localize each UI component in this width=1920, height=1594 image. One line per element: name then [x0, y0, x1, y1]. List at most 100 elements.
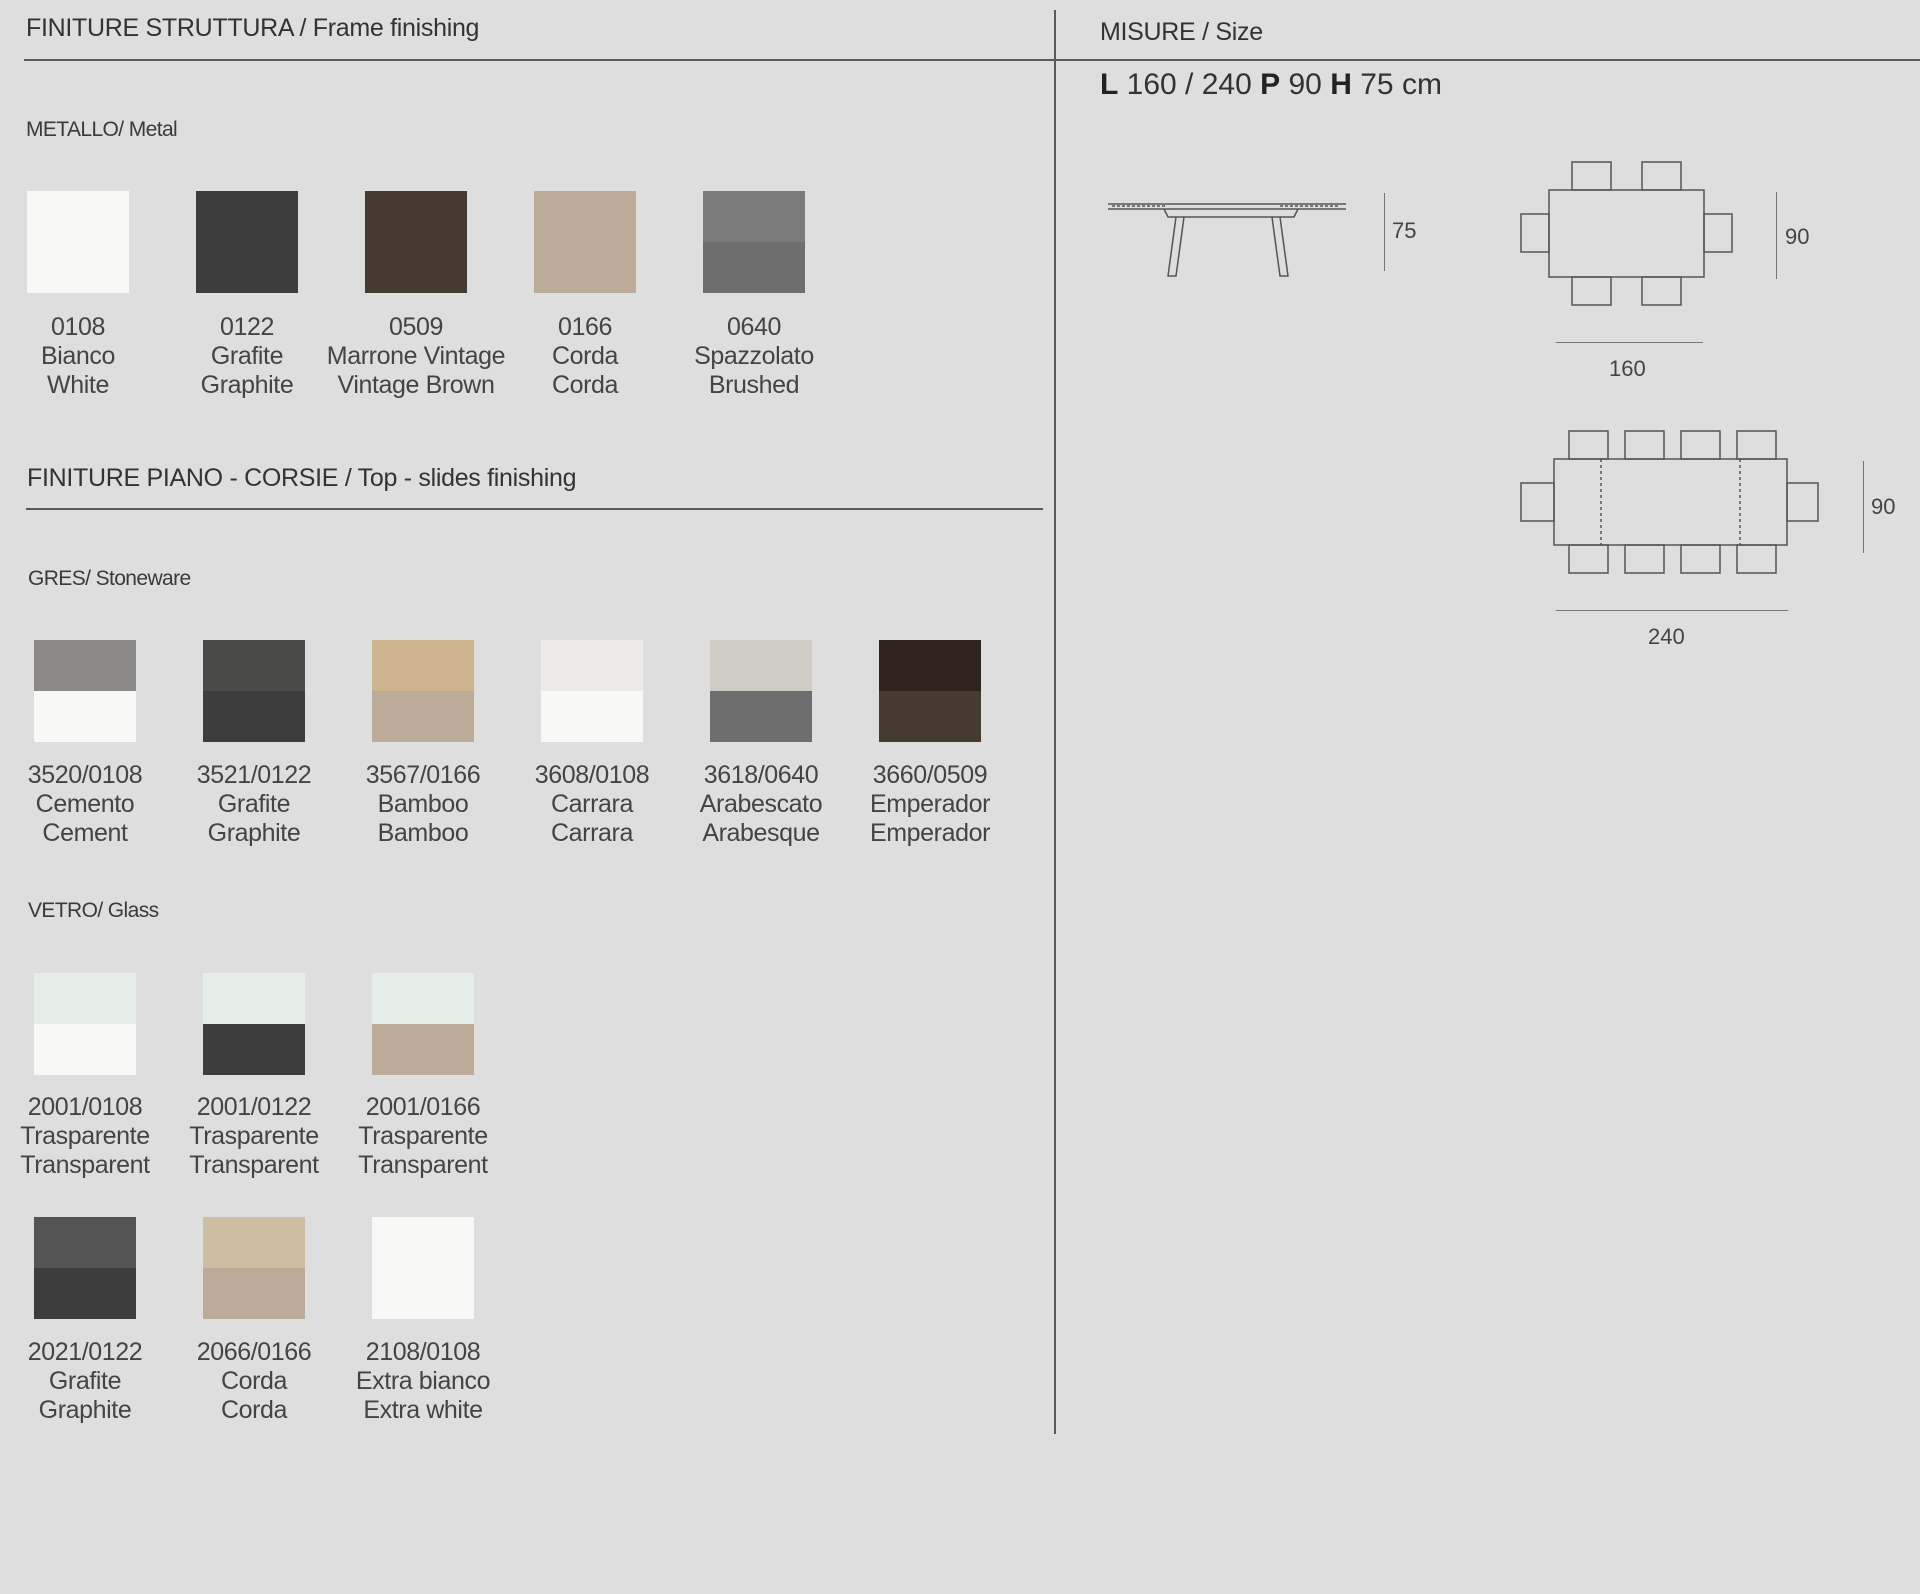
swatch-caption: 3608/0108 Carrara Carrara	[502, 761, 682, 848]
swatch-3608-0108	[541, 640, 643, 742]
finish-name-italian: Grafite	[210, 342, 284, 370]
plan1-depth-value: 90	[1785, 224, 1810, 249]
finish-name-english: Arabesque	[702, 819, 820, 847]
swatch-top-half	[703, 191, 805, 242]
finish-name-italian: Marrone Vintage	[326, 342, 506, 370]
swatch-caption: 2001/0108 Trasparente Transparent	[0, 1093, 175, 1180]
finish-name-italian: Trasparente	[189, 1122, 319, 1150]
swatch-caption: 0640 Spazzolato Brushed	[664, 313, 844, 400]
finish-name-italian: Carrara	[551, 790, 633, 818]
plan2-depth-value: 90	[1871, 494, 1896, 519]
size-measurements: L 160 / 240 P 90 H 75 cm	[1100, 68, 1442, 102]
swatch-caption: 0122 Grafite Graphite	[157, 313, 337, 400]
swatch-top-half	[203, 640, 305, 691]
swatch-0108	[27, 191, 129, 293]
swatch-caption: 0108 Bianco White	[0, 313, 168, 400]
plan2-length-line	[1556, 610, 1788, 611]
swatch-caption: 2108/0108 Extra bianco Extra white	[333, 1338, 513, 1425]
finish-name-english: Corda	[220, 1396, 288, 1424]
swatch-caption: 3567/0166 Bamboo Bamboo	[333, 761, 513, 848]
finish-name-italian: Trasparente	[358, 1122, 488, 1150]
swatch-top-half	[203, 1217, 305, 1268]
swatch-top-half	[34, 973, 136, 1024]
swatch-3567-0166	[372, 640, 474, 742]
finish-name-english: Graphite	[207, 819, 301, 847]
swatch-caption: 2001/0122 Trasparente Transparent	[164, 1093, 344, 1180]
side-height-value: 75	[1392, 218, 1417, 243]
swatch-bottom-half	[203, 1268, 305, 1319]
swatch-bottom-half	[196, 242, 298, 293]
depth-label: P	[1260, 68, 1281, 101]
finish-code: 2001/0166	[365, 1093, 481, 1121]
metal-label: METALLO/ Metal	[26, 118, 178, 141]
swatch-2001-0122	[203, 973, 305, 1075]
finish-name-italian: Spazzolato	[694, 342, 814, 370]
swatch-3618-0640	[710, 640, 812, 742]
swatch-0640	[703, 191, 805, 293]
finish-name-italian: Emperador	[869, 790, 991, 818]
swatch-2001-0166	[372, 973, 474, 1075]
finish-name-italian: Extra bianco	[355, 1367, 491, 1395]
finish-name-english: Vintage Brown	[337, 371, 495, 399]
swatch-3521-0122	[203, 640, 305, 742]
finish-code: 2108/0108	[365, 1338, 481, 1366]
swatch-bottom-half	[372, 691, 474, 742]
swatch-caption: 3520/0108 Cemento Cement	[0, 761, 175, 848]
swatch-top-half	[710, 640, 812, 691]
column-divider	[1054, 10, 1056, 1434]
swatch-top-half	[372, 640, 474, 691]
finish-code: 3521/0122	[196, 761, 312, 789]
finish-code: 3660/0509	[872, 761, 988, 789]
finish-name-english: Brushed	[708, 371, 800, 399]
swatch-caption: 2001/0166 Trasparente Transparent	[333, 1093, 513, 1180]
finish-name-italian: Trasparente	[20, 1122, 150, 1150]
swatch-top-half	[196, 191, 298, 242]
swatch-bottom-half	[27, 242, 129, 293]
glass-label: VETRO/ Glass	[28, 899, 159, 922]
finish-code: 0108	[50, 313, 105, 341]
finish-name-english: Corda	[551, 371, 619, 399]
finish-code: 3618/0640	[703, 761, 819, 789]
swatch-caption: 3521/0122 Grafite Graphite	[164, 761, 344, 848]
swatch-0166	[534, 191, 636, 293]
finish-code: 2001/0108	[27, 1093, 143, 1121]
finish-name-italian: Grafite	[217, 790, 291, 818]
top-finishing-header: FINITURE PIANO - CORSIE / Top - slides f…	[27, 464, 577, 492]
finish-name-english: Graphite	[38, 1396, 132, 1424]
finish-name-english: Transparent	[358, 1151, 488, 1179]
table-plan-160-drawing	[1520, 161, 1733, 306]
finish-name-english: Emperador	[869, 819, 991, 847]
finish-name-english: Bamboo	[377, 819, 469, 847]
finish-name-english: Transparent	[20, 1151, 150, 1179]
finish-name-english: Transparent	[189, 1151, 319, 1179]
height-value: 75 cm	[1360, 68, 1442, 101]
frame-finishing-header: FINITURE STRUTTURA / Frame finishing	[26, 14, 480, 42]
swatch-top-half	[372, 973, 474, 1024]
swatch-bottom-half	[703, 242, 805, 293]
swatch-0122	[196, 191, 298, 293]
swatch-3660-0509	[879, 640, 981, 742]
swatch-bottom-half	[365, 242, 467, 293]
swatch-bottom-half	[203, 691, 305, 742]
swatch-caption: 0166 Corda Corda	[495, 313, 675, 400]
swatch-bottom-half	[541, 691, 643, 742]
swatch-bottom-half	[710, 691, 812, 742]
swatch-3520-0108	[34, 640, 136, 742]
swatch-2066-0166	[203, 1217, 305, 1319]
depth-value: 90	[1288, 68, 1322, 101]
swatch-bottom-half	[34, 1268, 136, 1319]
finish-name-italian: Arabescato	[699, 790, 823, 818]
swatch-bottom-half	[34, 691, 136, 742]
swatch-bottom-half	[372, 1268, 474, 1319]
swatch-caption: 0509 Marrone Vintage Vintage Brown	[326, 313, 506, 400]
swatch-bottom-half	[879, 691, 981, 742]
finish-code: 2001/0122	[196, 1093, 312, 1121]
swatch-top-half	[372, 1217, 474, 1268]
finish-code: 0122	[219, 313, 274, 341]
swatch-top-half	[203, 973, 305, 1024]
swatch-bottom-half	[534, 242, 636, 293]
finish-name-english: Graphite	[200, 371, 294, 399]
swatch-caption: 3618/0640 Arabescato Arabesque	[671, 761, 851, 848]
finish-name-english: Carrara	[551, 819, 633, 847]
swatch-top-half	[541, 640, 643, 691]
